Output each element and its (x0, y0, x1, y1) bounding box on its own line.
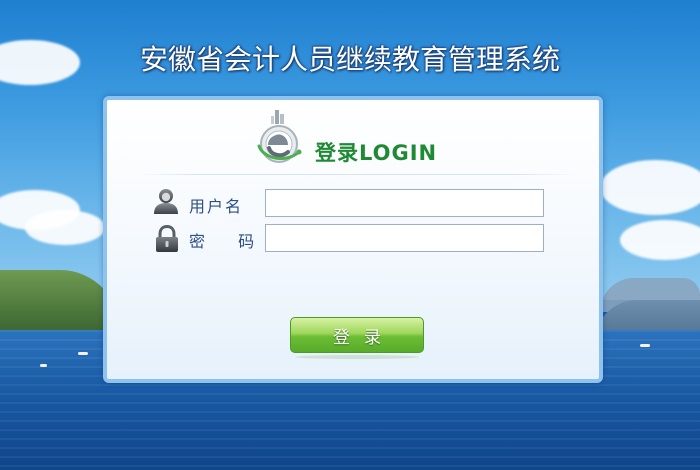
boat (78, 352, 88, 355)
e-logo-icon (257, 110, 302, 163)
password-input[interactable] (265, 224, 544, 252)
lock-icon (156, 225, 178, 252)
page-title: 安徽省会计人员继续教育管理系统 (139, 43, 560, 76)
boat (40, 364, 47, 367)
button-reflection (295, 355, 419, 359)
user-icon (154, 189, 178, 214)
divider (137, 174, 577, 175)
username-input[interactable] (265, 189, 544, 217)
login-button[interactable]: 登录 (290, 317, 424, 353)
password-label: 密 码 (189, 232, 269, 251)
login-panel: 登录LOGIN 用户名 密 码 登录 (103, 96, 603, 383)
username-label: 用户名 (189, 197, 244, 216)
cloud (25, 210, 105, 245)
login-heading: 登录LOGIN (315, 141, 438, 165)
cloud (600, 160, 700, 215)
cloud (620, 220, 700, 260)
boat (640, 344, 650, 347)
